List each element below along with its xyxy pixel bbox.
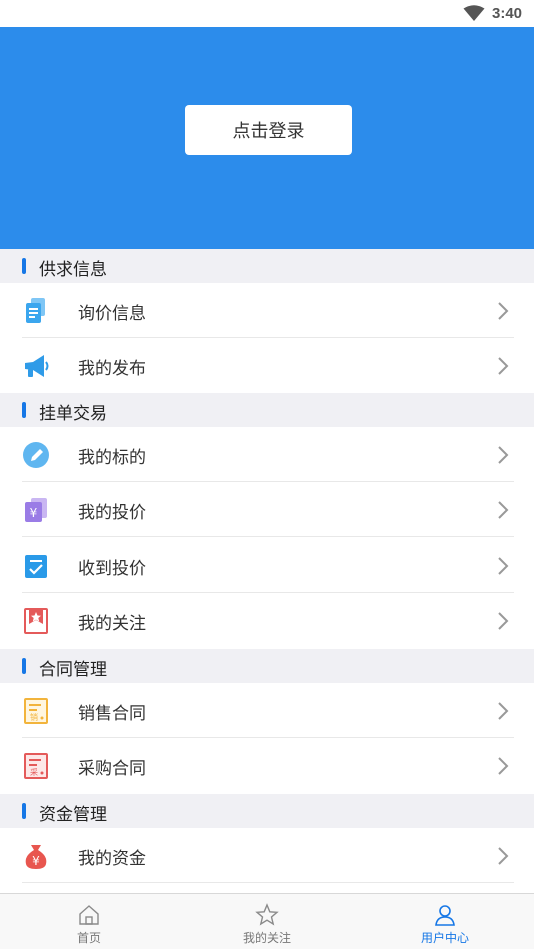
wifi-icon [463,5,485,21]
menu-item-label: 我的发布 [78,359,146,379]
chevron-right-icon [498,612,509,630]
menu-item-label: 我的标的 [78,448,146,468]
menu-item-my-posts[interactable]: 我的发布 [0,338,534,393]
status-time: 3:40 [492,5,523,22]
menu-item-my-funds[interactable]: ¥ 我的资金 [0,828,534,883]
chevron-right-icon [498,702,509,720]
login-button[interactable]: 点击登录 [185,105,352,155]
star-icon [255,903,279,926]
section-header-funds: 资金管理 [0,794,534,828]
megaphone-icon [25,355,49,377]
section-accent-bar [22,402,26,418]
section-accent-bar [22,658,26,674]
star-bookmark-icon [24,608,48,634]
money-bag-icon: ¥ [25,845,47,869]
tab-label: 我的关注 [242,931,291,945]
section-title: 合同管理 [39,660,107,680]
chevron-right-icon [498,357,509,375]
menu-item-label: 我的关注 [78,614,146,634]
menu-item-my-bids[interactable]: ¥ 我的投价 [0,482,534,537]
svg-text:¥: ¥ [32,854,40,868]
menu-item-label: 我的投价 [78,503,146,523]
menu-item-label: 我的资金 [78,849,146,869]
menu-item-received-bids[interactable]: 收到投价 [0,538,534,593]
menu-item-label: 销售合同 [78,704,146,724]
chevron-right-icon [498,302,509,320]
pen-icon [23,442,49,468]
svg-text:销: 销 [30,712,38,722]
svg-text:¥: ¥ [30,506,38,520]
home-icon [79,905,99,925]
divider [22,882,514,883]
menu-item-my-favorites[interactable]: 我的关注 [0,593,534,648]
menu-item-sales-contract[interactable]: 销 销售合同 [0,683,534,738]
chevron-right-icon [498,501,509,519]
svg-text:采: 采 [30,767,38,777]
purchase-contract-icon: 采 [24,753,48,779]
yuan-card-icon: ¥ [25,498,47,522]
tab-favorites[interactable]: 我的关注 [178,894,356,949]
tab-label: 用户中心 [420,931,469,945]
section-header-contracts: 合同管理 [0,649,534,683]
inquiry-doc-icon [26,298,45,323]
sales-contract-icon: 销 [24,698,48,724]
menu-item-my-targets[interactable]: 我的标的 [0,427,534,482]
menu-item-label: 询价信息 [78,304,146,324]
menu-item-inquiry-info[interactable]: 询价信息 [0,283,534,338]
section-title: 挂单交易 [39,404,107,424]
section-accent-bar [22,258,26,274]
menu-item-label: 收到投价 [78,559,146,579]
bottom-tab-bar: 首页 我的关注 用户中心 [0,893,534,949]
section-title: 供求信息 [39,260,107,280]
tab-home[interactable]: 首页 [0,894,178,949]
chevron-right-icon [498,847,509,865]
tab-label: 首页 [76,931,101,945]
user-header-banner: 点击登录 [0,27,534,249]
section-header-listing-trade: 挂单交易 [0,393,534,427]
section-accent-bar [22,803,26,819]
check-list-icon [25,555,47,578]
status-bar: 3:40 [0,0,534,27]
section-header-supply-demand: 供求信息 [0,249,534,283]
user-icon [435,905,455,926]
menu-item-purchase-contract[interactable]: 采 采购合同 [0,738,534,793]
divider [22,536,514,537]
chevron-right-icon [498,557,509,575]
chevron-right-icon [498,757,509,775]
chevron-right-icon [498,446,509,464]
section-title: 资金管理 [39,805,107,825]
tab-user-center[interactable]: 用户中心 [356,894,534,949]
menu-item-label: 采购合同 [78,759,146,779]
